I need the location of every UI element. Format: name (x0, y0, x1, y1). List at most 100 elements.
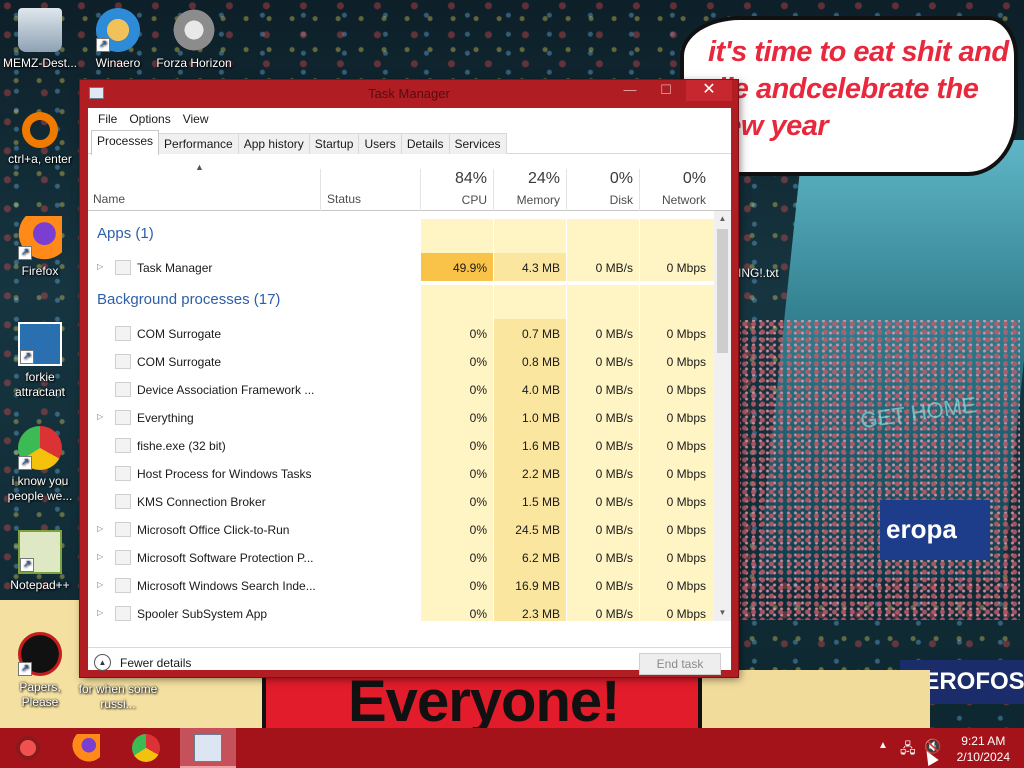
shortcut-arrow-icon: ↗ (18, 662, 32, 676)
process-row[interactable]: KMS Connection Broker 0% 1.5 MB 0 MB/s 0 Mbp… (88, 487, 714, 515)
process-disk: 0 MB/s (595, 327, 633, 341)
process-row[interactable]: ▷ Microsoft Software Protection P... 0% 6.2… (88, 543, 714, 571)
desktop-icon-label: Firefox (21, 264, 59, 278)
wallpaper-panel-right (700, 670, 930, 728)
maximize-button[interactable]: ☐ (652, 80, 680, 101)
chevron-up-icon: ▲ (94, 654, 111, 671)
process-memory: 1.6 MB (521, 439, 560, 453)
process-row[interactable]: Device Association Framework ... 0% 4.0 MB… (88, 375, 714, 403)
tab-startup[interactable]: Startup (308, 133, 360, 154)
expand-chevron-icon[interactable]: ▷ (97, 580, 103, 589)
title-bar[interactable]: Task Manager — ☐ ✕ (80, 80, 738, 106)
group-title: Apps (1) (97, 225, 154, 242)
process-row[interactable]: fishe.exe (32 bit) 0% 1.6 MB 0 MB/s 0 Mbps (88, 431, 714, 459)
scroll-down-icon[interactable]: ▼ (714, 605, 731, 621)
process-disk: 0 MB/s (595, 579, 633, 593)
process-network: 0 Mbps (666, 261, 706, 275)
column-header-disk[interactable]: 0% Disk (567, 170, 633, 207)
forkie-icon: ↗ (18, 322, 62, 366)
tab-users[interactable]: Users (358, 133, 402, 154)
desktop-icon-winaero[interactable]: ↗ Winaero (78, 8, 158, 71)
chrome-icon: ↗ (18, 426, 62, 470)
process-cpu: 0% (469, 607, 487, 621)
fewer-details-button[interactable]: ▲ Fewer details (94, 654, 204, 676)
column-header-cpu[interactable]: 84% CPU (421, 170, 487, 207)
network-cell-bg (640, 219, 714, 253)
desktop-icon-firefox[interactable]: ↗ Firefox (0, 216, 80, 279)
desktop-icon-chrome[interactable]: ↗ i know you people we... (0, 426, 80, 504)
desktop-icon-russi[interactable]: for when some russi... (78, 682, 158, 712)
desktop-icon-forza[interactable]: Forza Horizon (154, 8, 234, 71)
process-memory: 4.3 MB (521, 261, 560, 275)
tab-services[interactable]: Services (448, 133, 507, 154)
column-header-name[interactable]: Name (93, 192, 125, 206)
column-header-status[interactable]: Status (327, 192, 361, 206)
tab-processes[interactable]: Processes (91, 130, 160, 155)
disk-cell-bg (567, 285, 639, 319)
process-icon (115, 438, 131, 453)
process-cpu: 0% (469, 551, 487, 565)
shortcut-arrow-icon: ↗ (20, 558, 34, 572)
disk-label: Disk (609, 193, 633, 207)
process-icon (115, 260, 131, 275)
process-icon (115, 578, 131, 593)
process-network: 0 Mbps (666, 523, 706, 537)
process-network: 0 Mbps (666, 467, 706, 481)
menu-options[interactable]: Options (123, 108, 176, 130)
column-header-network[interactable]: 0% Network (640, 170, 706, 207)
process-row[interactable]: ▷ Microsoft Windows Search Inde... 0% 16.9 … (88, 571, 714, 599)
desktop-icon-memz[interactable]: MEMZ-Dest... (0, 8, 80, 71)
task-manager-window[interactable]: Task Manager — ☐ ✕ File Options View Pro… (80, 80, 738, 677)
desktop-icon-ctrl-a[interactable]: ctrl+a, enter (0, 112, 80, 167)
taskbar-chrome[interactable] (118, 728, 174, 768)
minimize-button[interactable]: — (616, 80, 644, 101)
column-divider[interactable] (320, 169, 321, 211)
sort-ascending-icon: ▲ (195, 162, 204, 172)
process-list[interactable]: Apps (1) ▷ Task Manager 49.9% 4.3 MB 0 MB/s 0 … (88, 211, 731, 621)
end-task-button[interactable]: End task (639, 653, 721, 675)
network-icon[interactable]: 🖧 (900, 738, 916, 762)
process-row[interactable]: ▷ Task Manager 49.9% 4.3 MB 0 MB/s 0 Mbps (88, 253, 714, 281)
process-name: COM Surrogate (137, 355, 222, 369)
process-row[interactable]: ▷ Spooler SubSystem App 0% 2.3 MB 0 MB/s 0 Mb… (88, 599, 714, 621)
column-header-memory[interactable]: 24% Memory (494, 170, 560, 207)
expand-chevron-icon[interactable]: ▷ (97, 524, 103, 533)
process-cpu: 49.9% (452, 261, 487, 275)
scrollbar-thumb[interactable] (717, 229, 728, 353)
scroll-up-icon[interactable]: ▲ (714, 211, 731, 227)
tab-details[interactable]: Details (400, 133, 450, 154)
taskbar-task-manager[interactable] (180, 728, 236, 768)
vertical-scrollbar[interactable]: ▲ ▼ (714, 211, 731, 621)
expand-chevron-icon[interactable]: ▷ (97, 262, 103, 271)
desktop-icon-papers-please[interactable]: ↗ Papers, Please (0, 632, 80, 710)
process-row[interactable]: COM Surrogate 0% 0.8 MB 0 MB/s 0 Mbps (88, 347, 714, 375)
desktop-icon-forkie[interactable]: ↗ forkie attractant (0, 322, 80, 400)
footer-bar: ▲ Fewer details End task (88, 647, 731, 675)
process-row[interactable]: COM Surrogate 0% 0.7 MB 0 MB/s 0 Mbps (88, 319, 714, 347)
desktop-file-label[interactable]: ING!.txt (738, 266, 779, 280)
wallpaper-banner-text: Everyone! (348, 669, 620, 728)
clock[interactable]: 9:21 AM 2/10/2024 (957, 733, 1010, 765)
expand-chevron-icon[interactable]: ▷ (97, 552, 103, 561)
tab-app-history[interactable]: App history (237, 133, 310, 154)
show-hidden-icons-icon[interactable]: ▲ (878, 740, 888, 751)
start-button[interactable] (0, 728, 56, 768)
network-cell-bg (640, 285, 714, 319)
process-cpu: 0% (469, 467, 487, 481)
desktop-icon-notepadpp[interactable]: ↗ Notepad++ (0, 530, 80, 593)
close-button[interactable]: ✕ (686, 80, 732, 101)
process-row[interactable]: Host Process for Windows Tasks 0% 2.2 MB 0 … (88, 459, 714, 487)
expand-chevron-icon[interactable]: ▷ (97, 608, 103, 617)
taskbar-firefox[interactable] (58, 728, 114, 768)
expand-chevron-icon[interactable]: ▷ (97, 412, 103, 421)
desktop-icon-label: forkie attractant (14, 370, 66, 399)
menu-file[interactable]: File (92, 108, 123, 130)
process-icon (115, 326, 131, 341)
process-disk: 0 MB/s (595, 439, 633, 453)
tab-performance[interactable]: Performance (158, 133, 239, 154)
process-row[interactable]: ▷ Everything 0% 1.0 MB 0 MB/s 0 Mbps (88, 403, 714, 431)
menu-view[interactable]: View (177, 108, 215, 130)
desktop-icon-label: Notepad++ (10, 578, 70, 592)
process-icon (115, 354, 131, 369)
process-row[interactable]: ▷ Microsoft Office Click-to-Run 0% 24.5 MB 0… (88, 515, 714, 543)
